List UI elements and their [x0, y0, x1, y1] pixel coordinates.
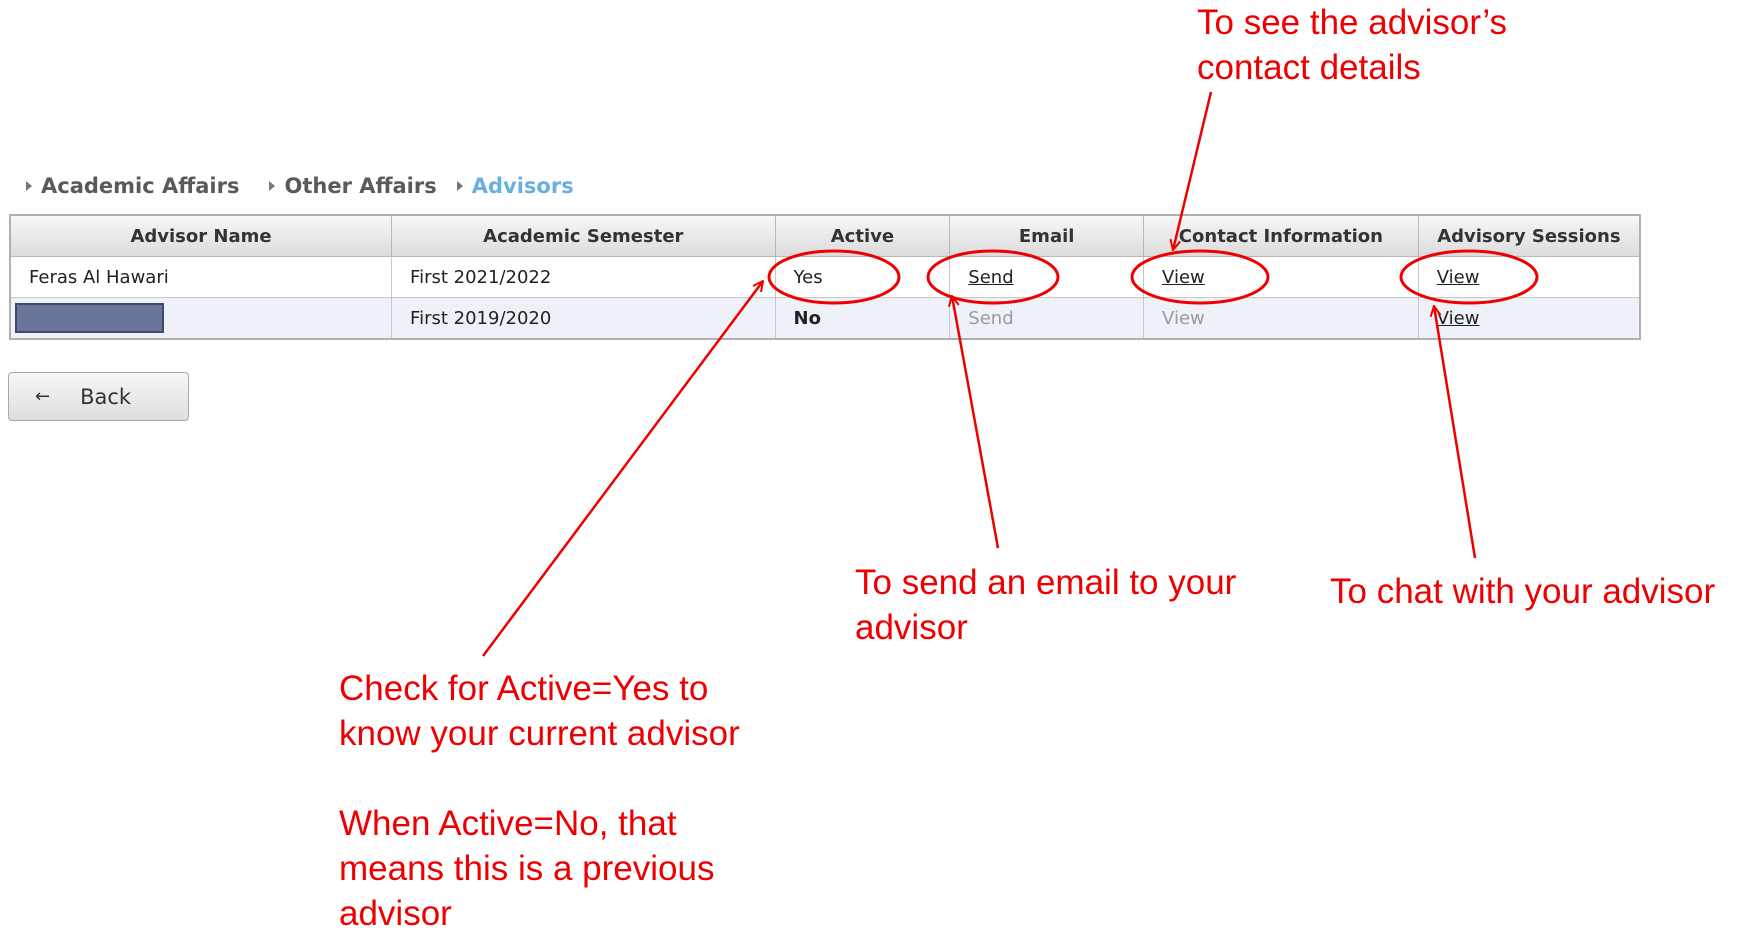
arrow-active	[481, 281, 763, 657]
annotation-overlay	[481, 91, 1539, 657]
arrow-email	[952, 296, 1000, 549]
arrow-chat	[1434, 306, 1477, 559]
arrow-contact	[1173, 91, 1213, 250]
highlight-contact-view	[1130, 249, 1270, 305]
highlight-send	[926, 249, 1060, 305]
highlight-active-yes	[767, 249, 901, 305]
highlight-sessions-view	[1399, 249, 1539, 305]
